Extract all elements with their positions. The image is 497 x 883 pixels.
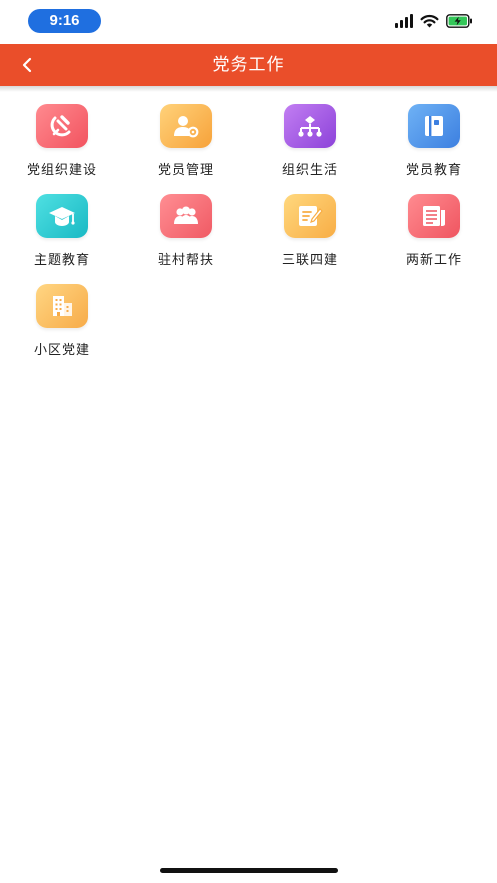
menu-icon-box	[284, 194, 336, 238]
hammer-sickle-icon	[50, 115, 71, 137]
wifi-icon	[420, 14, 439, 28]
menu-icon-box	[36, 284, 88, 328]
battery-charging-icon	[446, 14, 472, 28]
menu-icon-box	[408, 194, 460, 238]
menu-item-label: 主题教育	[33, 253, 90, 268]
menu-item-three-four[interactable]: 三联四建	[248, 194, 372, 268]
nav-bar: 党务工作	[0, 44, 497, 92]
newspaper-icon	[423, 206, 445, 226]
people-group-icon	[174, 206, 198, 224]
menu-item-village-aid[interactable]: 驻村帮扶	[124, 194, 248, 268]
menu-item-member-mgmt[interactable]: 党员管理	[124, 104, 248, 178]
function-grid: 党组织建设 党员管理 组织生活 党员教育 主题教育 驻村帮扶 三联四建 两新工作…	[0, 104, 497, 358]
graduation-cap-icon	[49, 207, 75, 226]
menu-icon-box	[160, 194, 212, 238]
org-tree-icon	[298, 116, 322, 137]
menu-item-label: 小区党建	[33, 343, 90, 358]
menu-item-label: 党组织建设	[26, 163, 97, 178]
page-title: 党务工作	[212, 55, 285, 75]
menu-item-member-edu[interactable]: 党员教育	[372, 104, 496, 178]
notebook-icon	[425, 116, 443, 136]
buildings-icon	[53, 296, 72, 316]
menu-icon-box	[408, 104, 460, 148]
status-icons	[395, 14, 473, 28]
status-bar: 9:16	[0, 0, 497, 44]
home-indicator[interactable]	[160, 868, 338, 873]
edit-document-icon	[299, 206, 323, 226]
cellular-signal-icon	[395, 14, 413, 28]
menu-item-label: 驻村帮扶	[157, 253, 214, 268]
menu-item-theme-edu[interactable]: 主题教育	[0, 194, 124, 268]
menu-item-party-org[interactable]: 党组织建设	[0, 104, 124, 178]
menu-item-two-new[interactable]: 两新工作	[372, 194, 496, 268]
menu-icon-box	[284, 104, 336, 148]
menu-icon-box	[36, 194, 88, 238]
menu-item-community[interactable]: 小区党建	[0, 284, 124, 358]
menu-item-label: 三联四建	[281, 253, 338, 268]
menu-item-label: 组织生活	[281, 163, 338, 178]
menu-item-label: 两新工作	[405, 253, 462, 268]
status-time: 9:16	[28, 9, 101, 33]
menu-icon-box	[36, 104, 88, 148]
menu-icon-box	[160, 104, 212, 148]
user-settings-icon	[174, 116, 199, 138]
menu-item-label: 党员管理	[157, 163, 214, 178]
menu-item-org-life[interactable]: 组织生活	[248, 104, 372, 178]
menu-item-label: 党员教育	[405, 163, 462, 178]
